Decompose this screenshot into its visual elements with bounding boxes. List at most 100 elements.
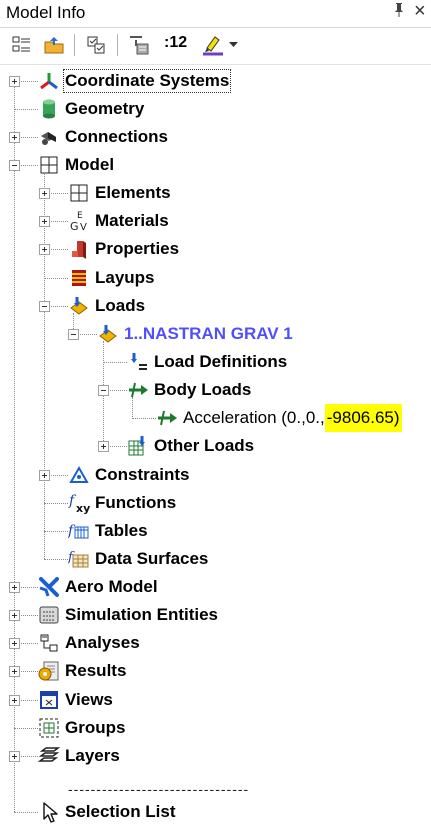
tree-item-label: Aero Model bbox=[65, 577, 158, 596]
expand-constraints[interactable] bbox=[39, 470, 50, 481]
chevron-down-icon[interactable] bbox=[226, 32, 240, 58]
collapse-model[interactable] bbox=[9, 160, 20, 171]
tree-item-analyses[interactable]: Analyses bbox=[38, 630, 140, 656]
load-definitions-icon bbox=[127, 351, 149, 373]
tree-item-model[interactable]: Model bbox=[38, 152, 114, 178]
tree-item-label: Properties bbox=[95, 239, 180, 258]
functions-fxy-icon: f xy bbox=[68, 492, 90, 514]
tree-item-elements[interactable]: Elements bbox=[68, 180, 171, 206]
tree-item-coordinate-systems[interactable]: Coordinate Systems bbox=[38, 68, 232, 94]
svg-text:xy: xy bbox=[76, 502, 90, 514]
highlight-pen-icon[interactable] bbox=[200, 32, 226, 58]
tree-item-load-definitions[interactable]: Load Definitions bbox=[127, 349, 287, 375]
tree-item-load-set[interactable]: 1..NASTRAN GRAV 1 bbox=[97, 321, 293, 347]
tree-item-aero-model[interactable]: Aero Model bbox=[38, 574, 158, 600]
tree-item-label: Coordinate Systems bbox=[62, 69, 232, 93]
expand-properties[interactable] bbox=[39, 244, 50, 255]
tree-item-label: Load Definitions bbox=[154, 352, 288, 371]
simulation-entities-icon bbox=[38, 604, 60, 626]
tree-item-label: Selection List bbox=[65, 802, 176, 821]
other-loads-icon bbox=[127, 435, 149, 457]
check-select-icon[interactable] bbox=[84, 32, 110, 58]
svg-text:V: V bbox=[80, 222, 87, 232]
tree-item-label: Connections bbox=[65, 127, 168, 146]
aero-plane-icon bbox=[38, 576, 60, 598]
load-set-icon bbox=[97, 323, 119, 345]
tree-item-layers[interactable]: Layers bbox=[38, 743, 120, 769]
expand-coordinate-systems[interactable] bbox=[9, 76, 20, 87]
tree-item-body-loads[interactable]: Body Loads bbox=[127, 377, 251, 403]
tree-item-views[interactable]: Views bbox=[38, 687, 113, 713]
tree-item-geometry[interactable]: Geometry bbox=[38, 96, 144, 122]
results-icon bbox=[38, 660, 60, 682]
show-when-selected-icon[interactable] bbox=[126, 32, 152, 58]
loads-icon bbox=[68, 295, 90, 317]
tree-item-materials[interactable]: EGV Materials bbox=[68, 208, 169, 234]
tree-item-label: Layups bbox=[95, 268, 155, 287]
materials-egv-icon: EGV bbox=[68, 210, 90, 232]
acceleration-arrow-icon bbox=[156, 407, 178, 429]
cylinder-icon bbox=[38, 98, 60, 120]
expand-aero-model[interactable] bbox=[9, 582, 20, 593]
elements-grid-icon bbox=[68, 182, 90, 204]
open-folder-icon[interactable] bbox=[41, 32, 67, 58]
selection-cursor-icon bbox=[38, 801, 60, 823]
tree-item-label: Materials bbox=[95, 211, 169, 230]
svg-text:G: G bbox=[70, 220, 79, 232]
pin-icon[interactable] bbox=[392, 2, 406, 23]
expand-layers[interactable] bbox=[9, 751, 20, 762]
body-loads-arrow-icon bbox=[127, 379, 149, 401]
acceleration-value-highlight: -9806.65) bbox=[324, 404, 402, 432]
expand-elements[interactable] bbox=[39, 188, 50, 199]
tree-item-functions[interactable]: f xy Functions bbox=[68, 490, 176, 516]
tree-item-groups[interactable]: Groups bbox=[38, 715, 125, 741]
tree-item-acceleration[interactable]: Acceleration (0.,0., -9806.65) bbox=[156, 404, 402, 432]
layups-stack-icon bbox=[68, 267, 90, 289]
layers-stack-icon bbox=[38, 745, 60, 767]
expand-connections[interactable] bbox=[9, 132, 20, 143]
groups-icon bbox=[38, 717, 60, 739]
views-window-icon bbox=[38, 689, 60, 711]
collapse-loads[interactable] bbox=[39, 301, 50, 312]
expand-analyses[interactable] bbox=[9, 638, 20, 649]
tree-item-selection-list[interactable]: Selection List bbox=[38, 799, 176, 825]
tree-item-constraints[interactable]: Constraints bbox=[68, 462, 189, 488]
expand-materials[interactable] bbox=[39, 216, 50, 227]
acceleration-label: Acceleration (0.,0., bbox=[183, 408, 325, 427]
expand-other-loads[interactable] bbox=[98, 441, 109, 452]
tree-item-label: Elements bbox=[95, 183, 171, 202]
tree-item-data-surfaces[interactable]: f Data Surfaces bbox=[68, 546, 208, 572]
tree-item-label: Views bbox=[65, 690, 113, 709]
tree-item-properties[interactable]: Properties bbox=[68, 236, 179, 262]
close-icon[interactable]: × bbox=[414, 0, 426, 23]
analyses-tree-icon bbox=[38, 632, 60, 654]
tree-item-label: Loads bbox=[95, 296, 146, 315]
tree-item-results[interactable]: Results bbox=[38, 658, 126, 684]
connection-bolt-icon bbox=[38, 126, 60, 148]
panel-titlebar: Model Info × bbox=[0, 0, 431, 28]
tree-separator: -------------------------------- bbox=[68, 781, 250, 797]
tree-item-loads[interactable]: Loads bbox=[68, 293, 145, 319]
tree-item-tables[interactable]: f Tables bbox=[68, 518, 148, 544]
tree-item-connections[interactable]: Connections bbox=[38, 124, 168, 150]
mesh-grid-icon bbox=[38, 154, 60, 176]
data-surfaces-icon: f bbox=[68, 548, 90, 570]
tables-icon: f bbox=[68, 520, 90, 542]
tree-item-label: Data Surfaces bbox=[95, 549, 209, 568]
list-options-icon[interactable] bbox=[9, 32, 35, 58]
expand-simulation-entities[interactable] bbox=[9, 610, 20, 621]
model-info-toolbar: :12 bbox=[0, 28, 431, 65]
expand-results[interactable] bbox=[9, 666, 20, 677]
tree-item-label: Groups bbox=[65, 718, 126, 737]
properties-block-icon bbox=[68, 238, 90, 260]
tree-item-other-loads[interactable]: Other Loads bbox=[127, 433, 254, 459]
collapse-load-set[interactable] bbox=[68, 329, 79, 340]
expand-views[interactable] bbox=[9, 695, 20, 706]
tree-item-label: Simulation Entities bbox=[65, 605, 219, 624]
constraints-triangle-icon bbox=[68, 464, 90, 486]
tree-item-layups[interactable]: Layups bbox=[68, 265, 155, 291]
tree-item-simulation-entities[interactable]: Simulation Entities bbox=[38, 602, 218, 628]
zoom-level-label[interactable]: :12 bbox=[164, 34, 187, 52]
collapse-body-loads[interactable] bbox=[98, 385, 109, 396]
tree-item-label: Geometry bbox=[65, 99, 145, 118]
